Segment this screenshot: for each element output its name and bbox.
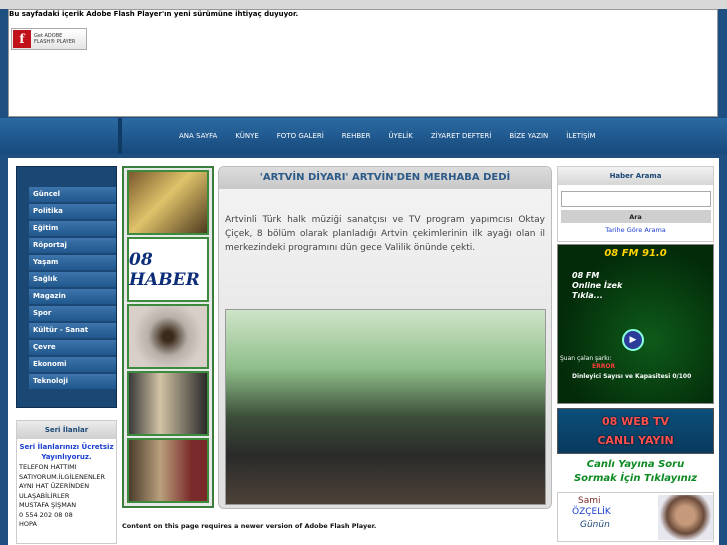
nav-kunye[interactable]: KÜNYE [226, 132, 267, 140]
news-search-box: Haber Arama Ara Tarihe Göre Arama [557, 166, 714, 242]
category-cevre[interactable]: Çevre [29, 340, 116, 355]
category-roportaj[interactable]: Röportaj [29, 238, 116, 253]
classifieds-ticker: TELEFON HATTIMI SATIYORUM.İLGİLENENLER A… [17, 463, 116, 530]
columnist-surname: ÖZÇELİK [572, 507, 611, 517]
ask-question-line: Sormak İçin Tıklayınız [573, 473, 698, 484]
category-teknoloji[interactable]: Teknoloji [29, 374, 116, 389]
radio-player[interactable]: 08 FM 91.0 08 FM Online İzek Tıkla... ▶ … [557, 244, 714, 404]
web-tv-title: 08 WEB TV [601, 415, 669, 428]
date-search-link[interactable]: Tarihe Göre Arama [558, 226, 713, 234]
flash-required-message: Content on this page requires a newer ve… [122, 522, 377, 530]
nav-ana-sayfa[interactable]: ANA SAYFA [170, 132, 226, 140]
ask-question-link[interactable]: Canlı Yayına Soru Sormak İçin Tıklayınız [557, 458, 714, 486]
flash-message: Bu sayfadaki içerik Adobe Flash Player'ı… [9, 10, 299, 18]
category-spor[interactable]: Spor [29, 306, 116, 321]
classifieds-line: ULAŞABİLİRLER [19, 491, 70, 500]
classifieds-line: TELEFON HATTIMI [19, 463, 77, 471]
thumbnail-5[interactable] [127, 438, 209, 503]
classifieds-line: SATIYORUM.İLGİLENENLER [19, 472, 106, 481]
navbar-divider [118, 118, 122, 154]
nav-ziyaret-defteri[interactable]: ZİYARET DEFTERİ [422, 132, 501, 140]
search-input[interactable] [560, 191, 711, 207]
web-tv-live: CANLI YAYIN [597, 434, 674, 447]
classifieds-title: Seri İlanlar [17, 421, 116, 439]
category-menu: Güncel Politika Eğitim Röportaj Yaşam Sa… [16, 166, 117, 408]
news-title[interactable]: 'ARTVİN DİYARI' ARTVİN'DEN MERHABA DEDİ [219, 167, 551, 189]
category-guncel[interactable]: Güncel [29, 187, 116, 202]
category-magazin[interactable]: Magazin [29, 289, 116, 304]
ask-question-line: Canlı Yayına Soru [586, 459, 685, 470]
category-saglik[interactable]: Sağlık [29, 272, 116, 287]
web-tv-banner[interactable]: 08 WEB TV CANLI YAYIN [557, 408, 714, 454]
listener-count: Dinleyici Sayısı ve Kapasitesi 0/100 [572, 373, 692, 380]
get-adobe-flash-button[interactable]: f Get ADOBE FLASH® PLAYER [11, 28, 87, 50]
08-haber-logo: 08 HABER [129, 249, 200, 290]
radio-subtitle: 08 FM Online İzek Tıkla... [572, 271, 622, 301]
radio-title: 08 FM 91.0 [604, 248, 667, 259]
photo-thumbnails: 08 HABER [122, 166, 214, 508]
classifieds-line: AYNI HAT ÜZERİNDEN [19, 482, 90, 490]
nav-bize-yazin[interactable]: BİZE YAZIN [500, 132, 557, 140]
category-egitim[interactable]: Eğitim [29, 221, 116, 236]
category-politika[interactable]: Politika [29, 204, 116, 219]
radio-subtitle-line: Tıkla... [572, 291, 603, 300]
nav-uyelik[interactable]: ÜYELİK [379, 132, 421, 140]
news-body: Artvinli Türk halk müziği sanatçısı ve T… [225, 215, 545, 253]
play-icon[interactable]: ▶ [622, 329, 644, 351]
classifieds-promo[interactable]: Seri İlanlarınızı Ücretsiz Yayınlıyoruz. [17, 442, 116, 462]
nav-foto-galeri[interactable]: FOTO GALERİ [268, 132, 333, 140]
thumbnail-1[interactable] [127, 170, 209, 235]
search-button[interactable]: Ara [560, 210, 711, 223]
top-strip [0, 0, 727, 9]
columnist-box[interactable]: Sami ÖZÇELİK Günün [557, 492, 714, 542]
radio-subtitle-line: 08 FM [572, 271, 600, 280]
left-column: Güncel Politika Eğitim Röportaj Yaşam Sa… [16, 166, 117, 544]
flash-player-label: FLASH® PLAYER [34, 39, 76, 45]
classifieds-line: HOPA [19, 520, 37, 528]
classifieds-line: 0 554 202 08 08 [19, 510, 73, 519]
news-photo[interactable] [225, 309, 546, 505]
classifieds-line: MUSTAFA ŞİŞMAN [19, 501, 77, 509]
content-area: Güncel Politika Eğitim Röportaj Yaşam Sa… [8, 158, 719, 545]
search-title: Haber Arama [558, 167, 713, 185]
now-playing-error: ERROR [592, 363, 616, 370]
now-playing-label: Şuan çalan şarkı: [560, 355, 612, 362]
adobe-flash-icon: f [13, 30, 31, 48]
category-ekonomi[interactable]: Ekonomi [29, 357, 116, 372]
thumbnail-08-haber[interactable]: 08 HABER [127, 237, 209, 302]
columnist-photo [658, 495, 713, 540]
main-navbar: ANA SAYFA KÜNYE FOTO GALERİ REHBER ÜYELİ… [0, 118, 727, 154]
category-yasam[interactable]: Yaşam [29, 255, 116, 270]
thumbnail-3[interactable] [127, 304, 209, 369]
radio-subtitle-line: Online İzek [572, 281, 623, 290]
right-column: Haber Arama Ara Tarihe Göre Arama 08 FM … [557, 166, 714, 542]
nav-rehber[interactable]: REHBER [333, 132, 380, 140]
category-kultur-sanat[interactable]: Kültür - Sanat [29, 323, 116, 338]
featured-news: 'ARTVİN DİYARI' ARTVİN'DEN MERHABA DEDİ … [218, 166, 552, 509]
nav-iletisim[interactable]: İLETİŞİM [557, 132, 604, 140]
columnist-label: Günün [580, 520, 610, 530]
thumbnail-4[interactable] [127, 371, 209, 436]
classifieds-box: Seri İlanlar Seri İlanlarınızı Ücretsiz … [16, 420, 117, 544]
flash-banner: Bu sayfadaki içerik Adobe Flash Player'ı… [8, 9, 718, 117]
